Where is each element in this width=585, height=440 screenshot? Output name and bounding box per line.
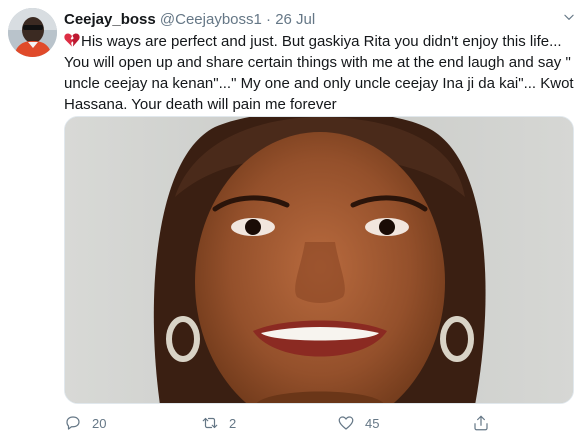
tweet-actions: 20 2 45 (64, 410, 574, 438)
tweet-text-line: His ways are perfect and just. But gaski… (64, 31, 574, 52)
chevron-down-icon[interactable] (562, 10, 576, 24)
like-icon (338, 416, 354, 430)
user-handle[interactable]: @Ceejayboss1 (160, 11, 262, 28)
tweet[interactable]: Ceejay_boss @Ceejayboss1 · 26 Jul His wa… (0, 0, 585, 440)
tweet-text-line-2: You will open up and share certain thing… (64, 54, 571, 71)
tweet-text: His ways are perfect and just. But gaski… (64, 31, 574, 115)
tweet-timestamp[interactable]: 26 Jul (275, 11, 315, 28)
share-icon (474, 415, 488, 431)
portrait-photo (65, 117, 573, 403)
tweet-header: Ceejay_boss @Ceejayboss1 · 26 Jul (64, 11, 315, 29)
retweet-count: 2 (229, 415, 237, 431)
reply-button[interactable]: 20 (64, 413, 106, 433)
tweet-text-line-4: Hassana. Your death will pain me forever (64, 96, 337, 113)
reply-count: 20 (92, 415, 107, 431)
tweet-text-line-1: His ways are perfect and just. But gaski… (81, 33, 562, 50)
retweet-icon (202, 417, 218, 429)
share-button[interactable] (472, 413, 490, 433)
retweet-button[interactable]: 2 (201, 413, 236, 433)
broken-heart-icon (64, 33, 80, 47)
tweet-photo[interactable] (64, 116, 574, 404)
display-name[interactable]: Ceejay_boss (64, 11, 156, 28)
separator-dot: · (266, 11, 272, 28)
avatar[interactable] (8, 8, 57, 57)
like-button[interactable]: 45 (337, 413, 379, 433)
like-count: 45 (365, 415, 380, 431)
tweet-text-line-3: uncle ceejay na kenan"..." My one and on… (64, 75, 574, 92)
reply-icon (66, 416, 80, 430)
